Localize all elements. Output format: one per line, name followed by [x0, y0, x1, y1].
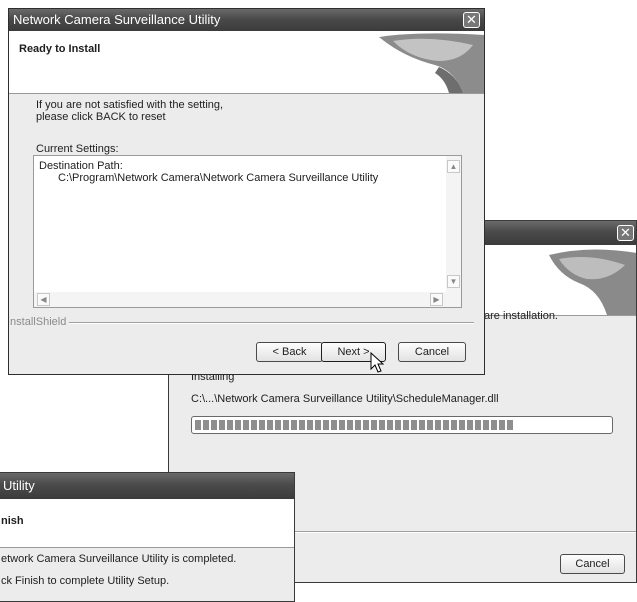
current-file-path: C:\...\Network Camera Surveillance Utili…	[191, 393, 499, 405]
progress-cancel-button[interactable]: Cancel	[560, 554, 625, 574]
install-progress-bar	[191, 416, 613, 434]
install-close-button[interactable]: ✕	[463, 12, 480, 28]
scroll-right-icon[interactable]: ▶	[430, 293, 443, 306]
installshield-separator	[69, 322, 474, 324]
install-window-title: Network Camera Surveillance Utility	[13, 12, 221, 27]
scroll-left-icon[interactable]: ◀	[37, 293, 50, 306]
instructions-line2: please click BACK to reset	[36, 111, 166, 123]
header-graphic-icon	[379, 33, 484, 93]
finish-message-line2: ck Finish to complete Utility Setup.	[1, 575, 170, 587]
settings-line2: C:\Program\Network Camera\Network Camera…	[58, 172, 379, 184]
progress-close-button[interactable]: ✕	[617, 225, 634, 241]
header-graphic-icon	[549, 249, 636, 315]
install-window: Network Camera Surveillance Utility ✕ Re…	[8, 8, 485, 375]
cancel-button[interactable]: Cancel	[398, 342, 466, 362]
install-progress-fill	[195, 420, 514, 430]
progress-status-text: are installation.	[484, 310, 558, 322]
installshield-label: InstallShield	[8, 316, 67, 328]
settings-textbox[interactable]: Destination Path: C:\Program\Network Cam…	[33, 155, 462, 308]
scroll-down-icon[interactable]: ▼	[447, 275, 460, 288]
finish-window-title: Utility	[3, 478, 35, 493]
horizontal-scrollbar[interactable]: ◀ ▶	[34, 292, 461, 307]
back-button[interactable]: < Back	[256, 342, 323, 362]
finish-title-bar: Utility	[0, 473, 294, 499]
close-icon: ✕	[620, 225, 631, 240]
close-icon: ✕	[466, 12, 477, 27]
install-title-bar: Network Camera Surveillance Utility ✕	[9, 9, 484, 31]
install-header-title: Ready to Install	[19, 43, 101, 55]
settings-line1: Destination Path:	[39, 160, 123, 172]
vertical-scrollbar[interactable]: ▲ ▼	[446, 156, 461, 292]
finish-header: nish	[0, 499, 294, 548]
instructions-line1: If you are not satisfied with the settin…	[36, 99, 224, 111]
current-settings-label: Current Settings:	[36, 143, 119, 155]
mouse-cursor-icon	[370, 352, 384, 373]
finish-header-title: nish	[1, 515, 24, 527]
install-header: Ready to Install	[9, 31, 484, 94]
finish-message-line1: etwork Camera Surveillance Utility is co…	[1, 553, 237, 565]
scroll-up-icon[interactable]: ▲	[447, 160, 460, 173]
